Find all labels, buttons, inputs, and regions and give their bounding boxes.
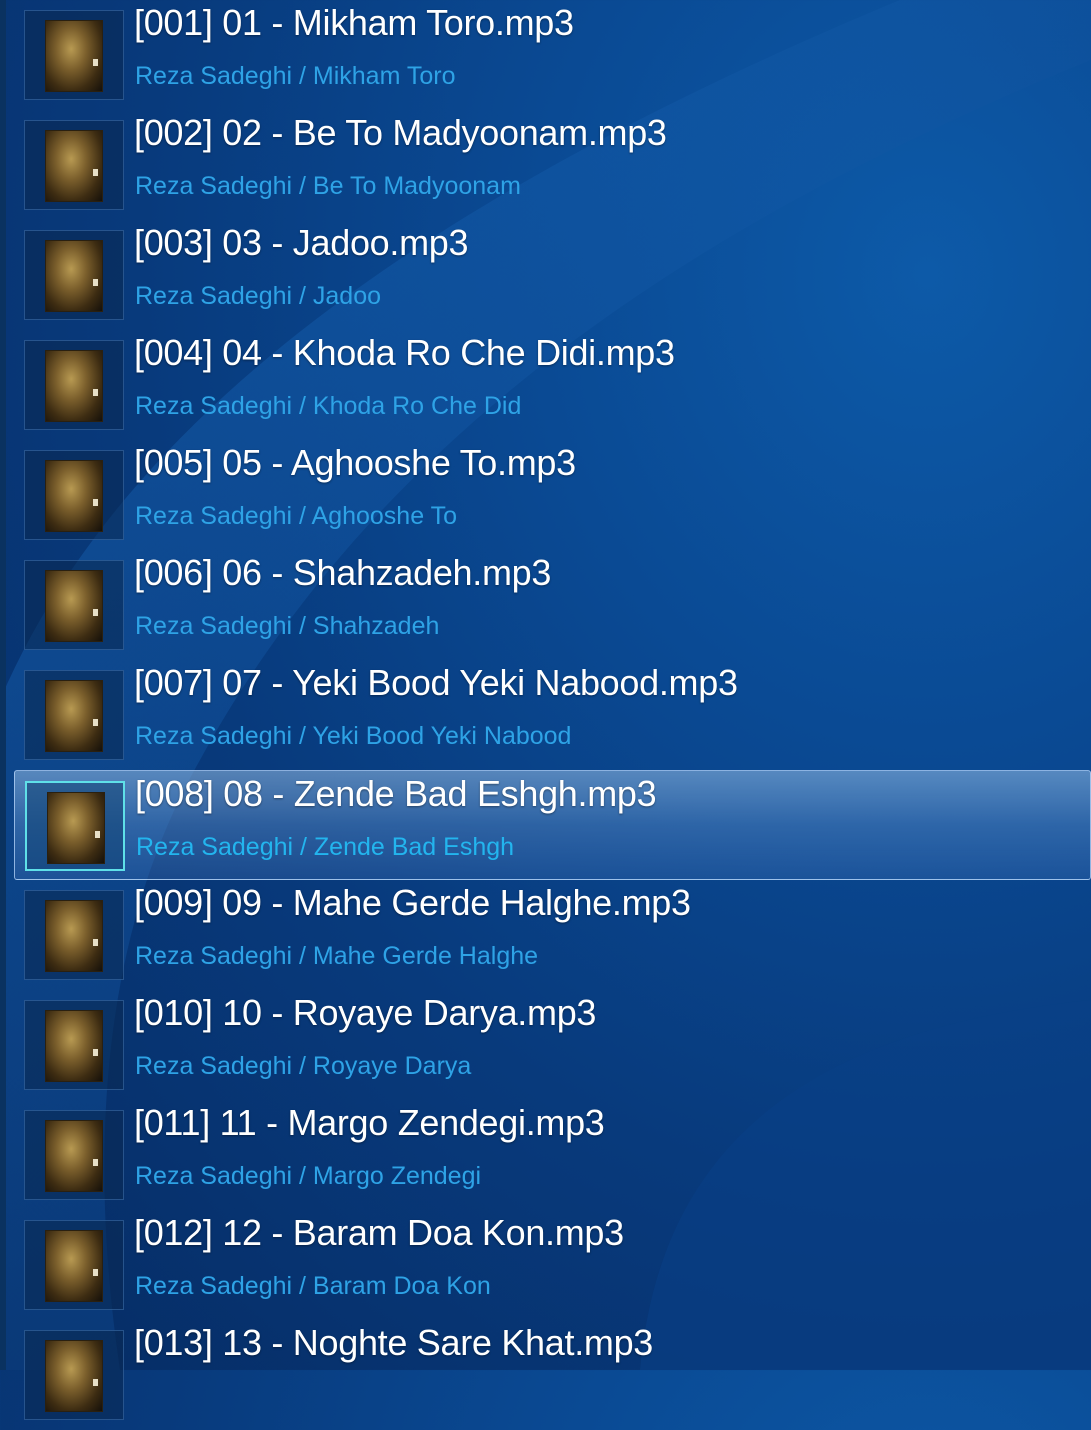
thumbnail-frame: [24, 120, 124, 210]
track-title: [001] 01 - Mikham Toro.mp3: [134, 2, 574, 43]
thumbnail-frame: [24, 450, 124, 540]
playlist-item[interactable]: [010] 10 - Royaye Darya.mp3 Reza Sadeghi …: [14, 990, 1091, 1100]
track-artist-album: Reza Sadeghi / Aghooshe To: [135, 502, 458, 530]
track-artist-album: Reza Sadeghi / Baram Doa Kon: [135, 1272, 491, 1300]
track-artist-album: Reza Sadeghi / Khoda Ro Che Did: [135, 392, 522, 420]
thumbnail-frame: [24, 1220, 124, 1310]
track-title: [007] 07 - Yeki Bood Yeki Nabood.mp3: [134, 662, 738, 703]
playlist-item[interactable]: [001] 01 - Mikham Toro.mp3 Reza Sadeghi /…: [14, 0, 1091, 110]
album-art-icon: [45, 680, 103, 752]
playlist-item[interactable]: [007] 07 - Yeki Bood Yeki Nabood.mp3 Reza…: [14, 660, 1091, 770]
track-title: [005] 05 - Aghooshe To.mp3: [134, 442, 576, 483]
thumbnail-frame: [24, 560, 124, 650]
album-art-icon: [45, 570, 103, 642]
left-edge-bar: [0, 0, 6, 1370]
track-artist-album: Reza Sadeghi / Mahe Gerde Halghe: [135, 942, 539, 970]
thumbnail-frame: [24, 340, 124, 430]
track-title: [003] 03 - Jadoo.mp3: [134, 222, 469, 263]
track-title: [012] 12 - Baram Doa Kon.mp3: [134, 1212, 624, 1253]
track-artist-album: Reza Sadeghi / Yeki Bood Yeki Nabood: [135, 722, 572, 750]
album-art-icon: [45, 350, 103, 422]
track-artist-album: Reza Sadeghi / Royaye Darya: [135, 1052, 472, 1080]
track-title: [013] 13 - Noghte Sare Khat.mp3: [134, 1322, 654, 1363]
album-art-icon: [45, 20, 103, 92]
album-art-icon: [45, 460, 103, 532]
thumbnail-frame: [24, 1110, 124, 1200]
thumbnail-frame: [25, 781, 125, 871]
album-art-icon: [45, 1230, 103, 1302]
thumbnail-frame: [24, 1000, 124, 1090]
track-title: [009] 09 - Mahe Gerde Halghe.mp3: [134, 882, 691, 923]
track-title: [004] 04 - Khoda Ro Che Didi.mp3: [134, 332, 675, 373]
playlist-item[interactable]: [006] 06 - Shahzadeh.mp3 Reza Sadeghi / S…: [14, 550, 1091, 660]
track-artist-album: Reza Sadeghi / Mikham Toro: [135, 62, 456, 90]
album-art-icon: [45, 130, 103, 202]
track-artist-album: Reza Sadeghi / Jadoo: [135, 282, 382, 310]
thumbnail-frame: [24, 890, 124, 980]
thumbnail-frame: [24, 10, 124, 100]
playlist-item[interactable]: [004] 04 - Khoda Ro Che Didi.mp3 Reza Sad…: [14, 330, 1091, 440]
playlist-item[interactable]: [002] 02 - Be To Madyoonam.mp3 Reza Sadeg…: [14, 110, 1091, 220]
track-title: [011] 11 - Margo Zendegi.mp3: [134, 1102, 605, 1143]
thumbnail-frame: [24, 670, 124, 760]
thumbnail-frame: [24, 230, 124, 320]
album-art-icon: [45, 1010, 103, 1082]
album-art-icon: [47, 792, 105, 864]
playlist-item[interactable]: [008] 08 - Zende Bad Eshgh.mp3 Reza Sadeg…: [14, 770, 1091, 880]
thumbnail-frame: [24, 1330, 124, 1420]
album-art-icon: [45, 240, 103, 312]
track-title: [010] 10 - Royaye Darya.mp3: [134, 992, 597, 1033]
playlist-item[interactable]: [005] 05 - Aghooshe To.mp3 Reza Sadeghi /…: [14, 440, 1091, 550]
playlist-item[interactable]: [012] 12 - Baram Doa Kon.mp3 Reza Sadeghi…: [14, 1210, 1091, 1320]
track-artist-album: Reza Sadeghi / Margo Zendegi: [135, 1162, 482, 1190]
playlist-item[interactable]: [009] 09 - Mahe Gerde Halghe.mp3 Reza Sad…: [14, 880, 1091, 990]
track-title: [008] 08 - Zende Bad Eshgh.mp3: [135, 773, 657, 814]
playlist-item[interactable]: [003] 03 - Jadoo.mp3 Reza Sadeghi / Jadoo: [14, 220, 1091, 330]
album-art-icon: [45, 1340, 103, 1412]
playlist-item[interactable]: [013] 13 - Noghte Sare Khat.mp3: [14, 1320, 1091, 1430]
album-art-icon: [45, 1120, 103, 1192]
track-artist-album: Reza Sadeghi / Zende Bad Eshgh: [136, 833, 515, 861]
track-title: [002] 02 - Be To Madyoonam.mp3: [134, 112, 667, 153]
album-art-icon: [45, 900, 103, 972]
track-artist-album: Reza Sadeghi / Be To Madyoonam: [135, 172, 521, 200]
playlist-item[interactable]: [011] 11 - Margo Zendegi.mp3 Reza Sadeghi…: [14, 1100, 1091, 1210]
track-title: [006] 06 - Shahzadeh.mp3: [134, 552, 552, 593]
track-artist-album: Reza Sadeghi / Shahzadeh: [135, 612, 440, 640]
